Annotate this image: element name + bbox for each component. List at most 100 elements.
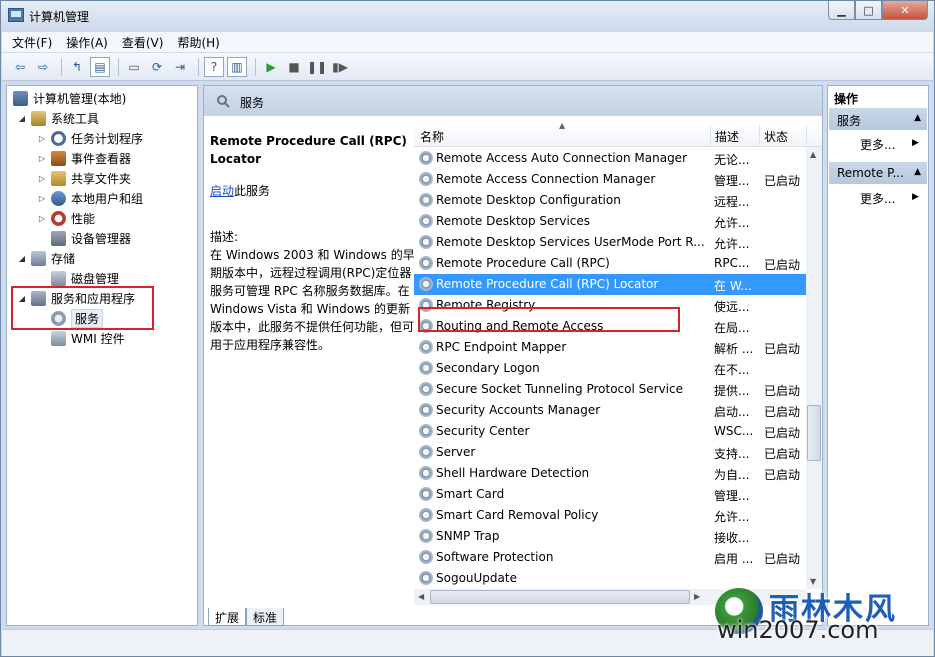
tree-item-disk-management[interactable]: 磁盘管理 [51,268,119,288]
table-row[interactable]: Secondary Logon 在不... [414,358,806,379]
service-status-cell: 已启动 [764,342,801,356]
show-hide-tree-icon[interactable]: ▤ [90,56,110,77]
column-divider[interactable] [759,125,760,145]
service-gear-icon [419,277,433,291]
tree-item-storage[interactable]: ◢ 存储 [17,248,75,268]
menu-view[interactable]: 查看(V) [122,34,164,51]
table-row[interactable]: Secure Socket Tunneling Protocol Service… [414,379,806,400]
tree-item-performance[interactable]: ▷ 性能 [37,208,95,228]
computer-icon [13,90,28,106]
table-row[interactable]: Remote Desktop Services 允许... [414,211,806,232]
menu-help[interactable]: 帮助(H) [177,34,219,51]
table-row[interactable]: Remote Access Auto Connection Manager 无论.… [414,148,806,169]
users-icon [51,190,66,206]
vertical-scroll-thumb[interactable] [807,405,821,461]
table-row[interactable]: RPC Endpoint Mapper 解析 ... 已启动 [414,337,806,358]
table-row[interactable]: Smart Card 管理... [414,484,806,505]
table-row[interactable]: Software Protection 启用 ... 已启动 [414,547,806,568]
collapsed-arrow-icon[interactable]: ▷ [37,214,47,223]
tree-item-system-tools[interactable]: ◢ 系统工具 [17,108,99,128]
start-service-link[interactable]: 启动 [210,184,234,198]
menu-action[interactable]: 操作(A) [66,34,108,51]
table-row[interactable]: Server 支持... 已启动 [414,442,806,463]
expanded-arrow-icon[interactable]: ◢ [17,114,27,123]
properties-icon[interactable]: ▭ [124,57,144,77]
collapsed-arrow-icon[interactable]: ▷ [37,174,47,183]
close-button[interactable]: ✕ [882,1,928,20]
table-row[interactable]: Remote Procedure Call (RPC) RPC... 已启动 [414,253,806,274]
tree-item-root[interactable]: 计算机管理(本地) [13,88,126,108]
up-folder-icon[interactable]: ↰ [67,57,87,77]
start-service-icon[interactable]: ▶ [261,57,281,77]
action-group-selected-service[interactable]: Remote P... ▲ [829,162,927,184]
console-tree: 计算机管理(本地) ◢ 系统工具 ▷ 任务计划程序 ▷ 事件查看器 ▷ 共享文件… [6,85,198,626]
table-row[interactable]: Security Center WSC... 已启动 [414,421,806,442]
stop-service-icon[interactable]: ■ [284,57,304,77]
menu-file[interactable]: 文件(F) [12,34,52,51]
collapse-arrow-icon[interactable]: ▲ [914,113,921,123]
collapse-arrow-icon[interactable]: ▲ [914,167,921,177]
scroll-up-icon[interactable]: ▲ [810,150,816,159]
service-name: Server [436,445,476,459]
description-label: 描述: [210,230,239,244]
column-header-status[interactable]: 状态 [764,128,788,145]
disk-icon [51,270,66,286]
tree-item-task-scheduler[interactable]: ▷ 任务计划程序 [37,128,143,148]
pause-service-icon[interactable]: ❚❚ [307,57,327,77]
action-pane-icon[interactable]: ▥ [227,56,247,77]
action-group-services[interactable]: 服务 ▲ [829,108,927,130]
tab-extended[interactable]: 扩展 [208,608,247,626]
service-name: SogouUpdate [436,571,517,585]
collapsed-arrow-icon[interactable]: ▷ [37,134,47,143]
service-name: Security Accounts Manager [436,403,601,417]
more-actions-link[interactable]: 更多... [860,190,895,207]
column-divider[interactable] [806,125,807,145]
service-description-cell: 管理... [714,489,750,503]
table-row[interactable]: Security Accounts Manager 启动... 已启动 [414,400,806,421]
table-row[interactable]: Remote Desktop Services UserMode Port R.… [414,232,806,253]
service-description-cell: 允许... [714,216,750,230]
column-divider[interactable] [710,125,711,145]
refresh-icon[interactable]: ⟳ [147,57,167,77]
expanded-arrow-icon[interactable]: ◢ [17,254,27,263]
export-list-icon[interactable]: ⇥ [170,57,190,77]
tree-item-device-manager[interactable]: 设备管理器 [51,228,131,248]
back-arrow-icon[interactable]: ⇦ [10,57,30,77]
tab-standard[interactable]: 标准 [246,608,285,626]
column-header-name[interactable]: 名称 [420,128,444,145]
collapsed-arrow-icon[interactable]: ▷ [37,194,47,203]
service-gear-icon [419,424,433,438]
service-gear-icon [419,361,433,375]
tree-item-label: 性能 [71,211,96,226]
tree-item-event-viewer[interactable]: ▷ 事件查看器 [37,148,131,168]
tree-item-shared-folders[interactable]: ▷ 共享文件夹 [37,168,131,188]
forward-arrow-icon[interactable]: ⇨ [33,57,53,77]
service-description: 在 Windows 2003 和 Windows 的早期版本中，远程过程调用(R… [210,248,415,352]
tree-item-local-users[interactable]: ▷ 本地用户和组 [37,188,143,208]
table-row[interactable]: SNMP Trap 接收... [414,526,806,547]
service-name: Secure Socket Tunneling Protocol Service [436,382,683,396]
maximize-button[interactable]: □ [855,1,882,20]
service-status-cell: 已启动 [764,174,801,188]
minimize-button[interactable]: ▁ [828,1,855,20]
service-description-cell: 启动... [714,405,750,419]
tree-item-wmi[interactable]: WMI 控件 [51,328,125,348]
table-row[interactable]: Smart Card Removal Policy 允许... [414,505,806,526]
tree-item-label: 计算机管理(本地) [33,91,127,106]
horizontal-scroll-thumb[interactable] [430,590,690,604]
scroll-left-icon[interactable]: ◀ [418,592,424,601]
table-row[interactable]: Shell Hardware Detection 为自... 已启动 [414,463,806,484]
restart-service-icon[interactable]: ▮▶ [330,57,350,77]
service-name: RPC Endpoint Mapper [436,340,567,354]
tree-item-label: 事件查看器 [71,151,132,166]
vertical-scrollbar[interactable]: ▲ ▼ [806,147,822,589]
service-status-cell: 已启动 [764,447,801,461]
table-row-selected[interactable]: Remote Procedure Call (RPC) Locator 在 W..… [414,274,806,295]
scroll-right-icon[interactable]: ▶ [694,592,700,601]
column-header-description[interactable]: 描述 [715,128,739,145]
collapsed-arrow-icon[interactable]: ▷ [37,154,47,163]
table-row[interactable]: Remote Desktop Configuration 远程... [414,190,806,211]
help-icon[interactable]: ? [204,56,224,77]
table-row[interactable]: Remote Access Connection Manager 管理... 已启动 [414,169,806,190]
more-actions-link[interactable]: 更多... [860,136,895,153]
